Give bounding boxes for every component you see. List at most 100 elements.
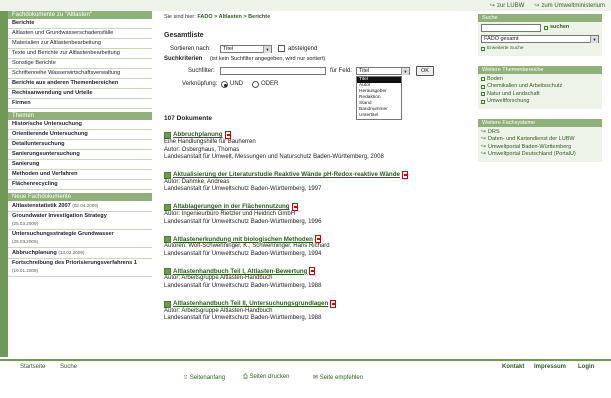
search-icon	[544, 26, 548, 30]
descending-checkbox[interactable]	[278, 45, 285, 52]
nav-item-theme[interactable]: Flächenrecycling	[8, 180, 152, 190]
nav-item-theme[interactable]: Sanierung	[8, 160, 152, 170]
document-item: Altlastenerkundung mit biologischen Meth…	[164, 235, 459, 258]
arrow-icon: ↪	[489, 3, 495, 9]
footer-link-print[interactable]: ⎙ Seiten drucken	[243, 374, 290, 381]
document-icon	[164, 171, 171, 179]
arrow-icon: ↪	[481, 151, 487, 157]
criteria-note: (ist kein Suchfilter angegeben, wird nur…	[210, 56, 326, 62]
filter-input[interactable]	[220, 67, 326, 75]
nav-item-new-doc[interactable]: Groundwater Investigation Strategy (25.03…	[8, 212, 152, 230]
document-line: Landesanstalt für Umwelt, Messungen und …	[164, 154, 384, 161]
footer-link-recommend[interactable]: ✉ Seite empfehlen	[313, 374, 363, 381]
mail-icon: ✉	[313, 375, 319, 381]
document-title-link[interactable]: Altlastenerkundung mit biologischen Meth…	[164, 235, 459, 244]
search-button[interactable]: suchen	[544, 24, 569, 32]
document-item: Altablagerungen in der Flächennutzung Au…	[164, 202, 459, 226]
nav-item[interactable]: Materialien zur Altlastenbearbeitung	[8, 39, 152, 49]
arrow-icon	[481, 46, 485, 51]
field-select[interactable]: Titel ▼	[356, 67, 410, 75]
system-link[interactable]: ↪ DRS	[481, 129, 599, 137]
sort-select[interactable]: Titel ▼	[220, 45, 272, 53]
nav-item-new-doc[interactable]: Fortschreibung des Priorisierungsverfahr…	[8, 259, 152, 277]
nav-item-theme[interactable]: Sanierungsuntersuchung	[8, 150, 152, 160]
nav-item[interactable]: Altlasten und Grundwasserschadensfälle	[8, 29, 152, 39]
nav-item[interactable]: Rechtsanwendung und Urteile	[8, 89, 152, 99]
nav-item-theme[interactable]: Detailuntersuchung	[8, 140, 152, 150]
theme-link[interactable]: Umweltforschung	[481, 98, 599, 106]
pdf-icon[interactable]	[314, 235, 321, 244]
document-line: Landesanstalt für Umweltschutz Baden-Wür…	[164, 186, 322, 193]
system-link[interactable]: ↪ Umweltportal Baden-Württemberg	[481, 144, 599, 152]
nav-item-new-doc[interactable]: Abbruchplanung (13.02.2009)	[8, 248, 152, 259]
nav-item[interactable]: Sonstige Berichte	[8, 59, 152, 69]
arrow-icon: ↪	[534, 3, 540, 9]
document-line: Autor: Arbeitsgruppe Altlasten-Handbuch	[164, 275, 273, 282]
footer-link-contact[interactable]: Kontakt	[502, 364, 524, 370]
document-icon	[164, 236, 171, 244]
nav-item-new-doc[interactable]: Untersuchungsstrategie Grundwasser (25.03…	[8, 230, 152, 248]
footer-link-top[interactable]: ⇧ Seitenanfang	[183, 374, 225, 381]
nav-item-new-doc[interactable]: Altlastenstatistik 2007 (02.04.2009)	[8, 201, 152, 212]
nav-item-theme[interactable]: Historische Untersuchung	[8, 120, 152, 130]
filter-label: Suchfilter:	[188, 68, 215, 74]
nav-item[interactable]: Schriftenreihe Wasserwirtschaftsverwaltu…	[8, 69, 152, 79]
search-scope-select[interactable]: FADO gesamt ▼	[481, 35, 599, 43]
footer-link-login[interactable]: Login	[578, 364, 594, 370]
descending-label: absteigend	[288, 46, 318, 52]
arrow-icon	[481, 77, 485, 82]
nav-item-berichte[interactable]: Berichte	[8, 19, 152, 29]
theme-link[interactable]: Natur und Landschaft	[481, 91, 599, 99]
pdf-icon[interactable]	[291, 202, 298, 211]
system-link[interactable]: ↪ Umweltportal Deutschland (PortalU)	[481, 151, 599, 159]
and-radio[interactable]	[221, 81, 228, 88]
footer: Startseite Suche ⇧ Seitenanfang ⎙ Seiten…	[0, 358, 611, 398]
left-navigation: Fachdokumente zu "Altlasten" Berichte Al…	[8, 11, 152, 357]
field-option[interactable]: Untertitel	[357, 113, 401, 119]
or-radio[interactable]	[252, 81, 259, 88]
theme-link[interactable]: Chemikalien und Arbeitsschutz	[481, 83, 599, 91]
nav-item[interactable]: Berichte aus anderen Themenbereichen	[8, 79, 152, 89]
search-input[interactable]	[481, 24, 541, 32]
arrow-icon: ↪	[481, 128, 487, 135]
chevron-down-icon: ▼	[263, 46, 271, 53]
document-title-link[interactable]: Altlastenhandbuch Teil I, Altlasten-Bewe…	[164, 267, 459, 276]
breadcrumb-path[interactable]: FADO > Altlasten > Berichte	[197, 14, 270, 20]
nav-item-theme[interactable]: Methoden und Verfahren	[8, 170, 152, 180]
themes-title: Weitere Themenbereiche	[478, 65, 602, 74]
footer-link-search[interactable]: Suche	[60, 364, 77, 370]
document-icon	[164, 268, 171, 276]
pdf-icon[interactable]	[224, 131, 231, 139]
document-title-link[interactable]: Abbruchplanung	[164, 131, 459, 139]
document-title-link[interactable]: Aktualisierung der Literaturstudie Reakt…	[164, 170, 459, 179]
pdf-icon[interactable]	[401, 170, 408, 179]
nav-item-theme[interactable]: Orientierende Untersuchung	[8, 130, 152, 140]
chevron-down-icon: ▼	[590, 36, 598, 43]
footer-link-home[interactable]: Startseite	[20, 364, 45, 370]
document-line: Autor: Osberghaus, Thomas	[164, 146, 240, 153]
arrow-icon: ↪	[481, 143, 487, 150]
document-icon	[164, 132, 171, 139]
pdf-icon[interactable]	[330, 299, 337, 308]
document-icon	[164, 300, 171, 308]
advanced-search-link[interactable]: Erweiterte Suche	[481, 45, 599, 53]
document-line: Eine Handlungshilfe für Bauherren	[164, 139, 256, 145]
theme-link[interactable]: Boden	[481, 76, 599, 84]
search-box: suchen FADO gesamt ▼ Erweiterte Suche	[478, 22, 602, 56]
document-title-link[interactable]: Altlastenhandbuch Teil II, Untersuchungs…	[164, 299, 459, 308]
ok-button[interactable]: OK	[416, 66, 434, 76]
nav-section-new-docs-title: Neue Fachdokumente	[8, 193, 152, 201]
document-title-link[interactable]: Altablagerungen in der Flächennutzung	[164, 202, 459, 211]
document-line: Landesanstalt für Umweltschutz Baden-Wür…	[164, 315, 322, 322]
document-line: Autoren: Wolf-Schwenninger, K.; Schwenni…	[164, 243, 330, 250]
sort-label: Sortieren nach:	[170, 46, 211, 52]
pdf-icon[interactable]	[309, 267, 316, 276]
top-link-ministry[interactable]: ↪ zum Umweltministerium	[534, 2, 605, 10]
nav-item[interactable]: Firmen	[8, 99, 152, 109]
system-link[interactable]: ↪ Daten- und Kartendienst der LUBW	[481, 136, 599, 144]
footer-link-imprint[interactable]: Impressum	[534, 364, 566, 370]
document-line: Landesanstalt für Umweltschutz Baden-Wür…	[164, 218, 322, 225]
arrow-icon	[481, 84, 485, 89]
nav-item[interactable]: Texte und Berichte zur Altlastenbearbeit…	[8, 49, 152, 59]
top-link-lubw[interactable]: ↪ zur LUBW	[489, 2, 524, 10]
